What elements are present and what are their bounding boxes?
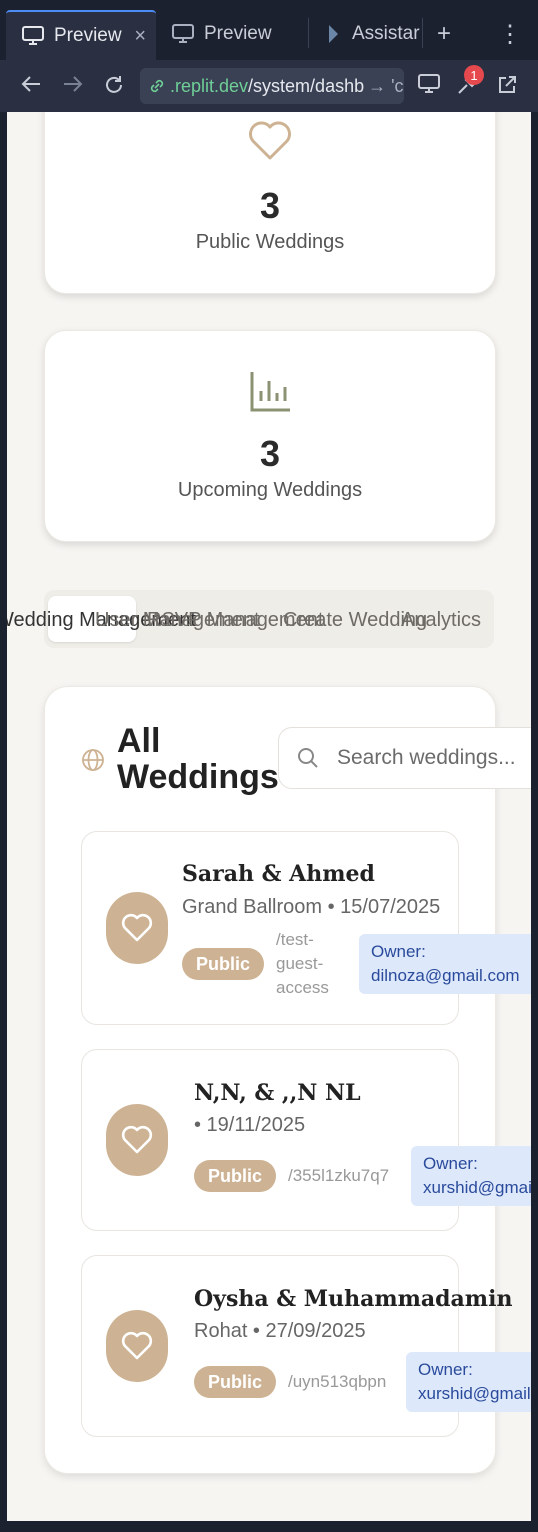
page-viewport: 3 Public Weddings 3 Upcoming Weddings We… [7,112,531,1521]
all-weddings-card: All Weddings Search weddings... Sarah & … [44,686,531,1474]
wedding-card[interactable]: N,N, & ,,N NL • 19/11/2025 Public /355l1… [81,1049,531,1231]
stat-value: 3 [259,433,281,474]
devices-button[interactable] [418,74,440,100]
owner-badge: Owner: xurshid@gmail.com [406,1352,531,1412]
reload-icon [106,76,122,93]
wedding-card[interactable]: Sarah & Ahmed Grand Ballroom • 15/07/202… [81,831,531,1025]
url-field[interactable]: .replit.dev/system/dashb → 'c [140,68,404,104]
tab-assistant[interactable]: Assistar [310,10,422,58]
tab-label: Preview [204,23,272,44]
tab-preview[interactable]: Preview [156,10,306,58]
heart-icon [121,1125,153,1154]
heart-icon [249,121,291,160]
wedding-subtitle: Grand Ballroom • 15/07/2025 [182,896,441,918]
monitor-icon [172,24,194,43]
forward-button[interactable] [62,74,84,100]
owner-email: xurshid@gmail.com [418,1384,531,1403]
heart-icon [121,1331,153,1360]
new-tab-button[interactable]: + [437,20,451,48]
search-input[interactable]: Search weddings... [278,727,531,789]
wedding-name: Oysha & Muhammadamin [194,1286,513,1312]
close-tab-icon[interactable]: × [134,25,146,48]
url-path: /system/dashb [248,75,365,96]
stat-value: 3 [259,185,281,226]
title-line: All [117,722,161,760]
owner-email: xurshid@gmail.com [423,1178,531,1197]
status-badge: Public [194,1160,276,1192]
heart-icon [121,913,153,942]
wedding-subtitle: Rohat • 27/09/2025 [194,1320,366,1342]
bar-chart-icon [250,372,290,412]
url-domain: .replit.dev [170,75,249,96]
tab-label: Preview [54,25,122,46]
external-link-icon [499,76,516,93]
owner-badge: Owner: dilnoza@gmail.com [359,934,531,994]
stat-card-public-weddings: 3 Public Weddings [44,112,496,294]
wedding-avatar [106,892,168,964]
reload-button[interactable] [103,74,125,102]
monitor-icon [418,74,440,93]
arrow-right-icon [64,76,83,92]
wedding-slug: /uyn513qbpn [288,1372,387,1391]
owner-label: Owner: [418,1360,473,1379]
owner-label: Owner: [371,942,426,961]
wedding-subtitle: • 19/11/2025 [194,1114,306,1136]
link-icon [150,79,164,93]
wedding-slug: /test-guest-access [276,930,329,997]
wedding-name: Sarah & Ahmed [182,861,375,887]
search-icon [298,748,318,768]
arrow-left-icon [21,76,40,92]
owner-email: dilnoza@gmail.com [371,966,520,985]
url-tail: → 'c [368,75,404,96]
wedding-avatar [106,1310,168,1382]
stat-label: Public Weddings [195,231,345,253]
stat-label: Upcoming Weddings [177,479,363,501]
tab-analytics[interactable]: Analytics [401,609,481,632]
wedding-avatar [106,1104,168,1176]
status-badge: Public [194,1366,276,1398]
more-menu-button[interactable]: ⋮ [498,20,522,49]
status-badge: Public [182,948,264,980]
tab-preview-active[interactable]: Preview × [6,10,156,60]
section-title: All Weddings [117,723,279,795]
wedding-slug: /355l1zku7q7 [288,1166,390,1185]
monitor-icon [22,26,44,45]
wedding-name: N,N, & ,,N NL [194,1080,361,1106]
stat-card-upcoming-weddings: 3 Upcoming Weddings [44,330,496,542]
wedding-card[interactable]: Oysha & Muhammadamin Rohat • 27/09/2025 … [81,1255,531,1437]
window-edge [531,112,538,1532]
back-button[interactable] [20,74,42,100]
title-line: Weddings [117,758,279,796]
search-placeholder: Search weddings... [337,746,516,769]
owner-badge: Owner: xurshid@gmail.com [411,1146,531,1206]
open-external-button[interactable] [496,74,518,102]
globe-icon [82,749,104,771]
assistant-icon [329,25,338,43]
owner-label: Owner: [423,1154,478,1173]
notification-badge: 1 [464,65,484,85]
tab-label: Assistar [352,23,420,44]
browser-tab-bar: Preview × Preview Assistar + ⋮ [0,0,538,60]
